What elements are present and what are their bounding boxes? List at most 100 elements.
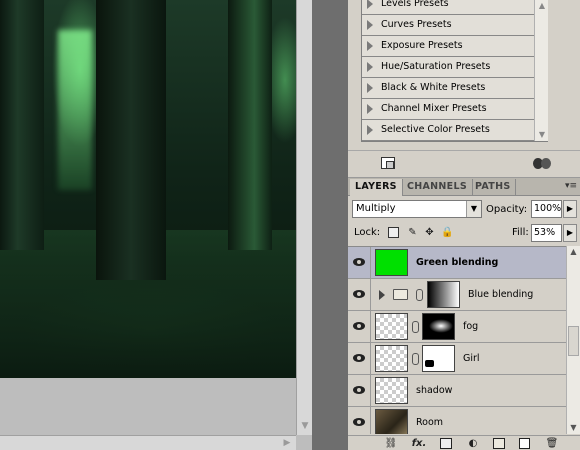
expand-triangle-icon[interactable] <box>367 41 373 51</box>
layer-name: fog <box>463 321 479 332</box>
fill-label: Fill: <box>512 227 529 238</box>
add-mask-icon[interactable] <box>440 438 452 449</box>
lock-row: Lock: ✎ ✥ 🔒 Fill: 53% ▶ <box>348 223 580 243</box>
document-artwork[interactable] <box>0 0 296 378</box>
clip-to-layer-icon[interactable] <box>533 157 555 170</box>
link-layers-icon[interactable]: ⛓ <box>384 438 398 449</box>
layer-thumbnail <box>375 313 408 340</box>
layers-panel: LAYERS CHANNELS PATHS ▾≡ Multiply ▼ Opac… <box>348 177 580 450</box>
preset-label: Black & White Presets <box>381 82 486 93</box>
eye-icon[interactable] <box>353 418 365 426</box>
tab-layers[interactable]: LAYERS <box>350 179 403 196</box>
adjustment-layer-icon[interactable]: ◐ <box>466 438 480 449</box>
eye-icon[interactable] <box>353 258 365 266</box>
adjustments-footer <box>348 150 580 176</box>
scroll-down-arrow-icon[interactable]: ▼ <box>567 422 580 434</box>
preset-item[interactable]: Curves Presets <box>362 15 534 36</box>
blend-mode-select[interactable]: Multiply ▼ <box>352 200 482 218</box>
artwork-pillar <box>96 0 166 280</box>
tab-channels[interactable]: CHANNELS <box>402 179 473 196</box>
vertical-scrollbar[interactable]: ▼ <box>296 0 312 435</box>
layers-footer-toolbar: ⛓ fx. ◐ 🗑 <box>348 435 580 450</box>
fill-slider-button[interactable]: ▶ <box>563 224 577 242</box>
expand-triangle-icon[interactable] <box>367 20 373 30</box>
link-chain-icon[interactable] <box>412 353 419 365</box>
blend-row: Multiply ▼ Opacity: 100% ▶ <box>348 198 580 220</box>
preset-item[interactable]: Exposure Presets <box>362 36 534 57</box>
layer-name: Room <box>416 417 444 428</box>
preset-label: Selective Color Presets <box>381 124 490 135</box>
layer-group-row[interactable]: Blue blending <box>348 279 566 311</box>
lock-pixels-icon[interactable]: ✎ <box>407 227 418 238</box>
horizontal-scrollbar[interactable]: ▶ <box>0 435 296 450</box>
lock-all-icon[interactable]: 🔒 <box>441 227 453 238</box>
scroll-down-arrow-icon[interactable]: ▼ <box>298 419 312 433</box>
layer-thumbnail <box>375 249 408 276</box>
eye-icon[interactable] <box>353 290 365 298</box>
layer-mask-thumbnail[interactable] <box>422 345 455 372</box>
link-chain-icon[interactable] <box>412 321 419 333</box>
layer-name: Blue blending <box>468 289 534 300</box>
blend-mode-value: Multiply <box>356 203 396 214</box>
scroll-thumb[interactable] <box>568 326 579 356</box>
preset-item[interactable]: Hue/Saturation Presets <box>362 57 534 78</box>
new-group-icon[interactable] <box>493 438 505 449</box>
photoshop-window: ▶ ▼ Levels Presets Curves Presets Exposu… <box>0 0 580 450</box>
expand-triangle-icon[interactable] <box>367 83 373 93</box>
layer-row[interactable]: Green blending <box>348 247 566 279</box>
folder-icon <box>393 289 408 300</box>
panel-tab-bar: LAYERS CHANNELS PATHS ▾≡ <box>348 178 580 196</box>
presets-scrollbar[interactable]: ▲ ▼ <box>534 0 548 141</box>
layers-scrollbar[interactable]: ▲ ▼ <box>566 246 580 434</box>
preset-label: Curves Presets <box>381 19 452 30</box>
preset-label: Hue/Saturation Presets <box>381 61 491 72</box>
scroll-up-arrow-icon[interactable]: ▲ <box>567 246 580 258</box>
preset-item[interactable]: Selective Color Presets <box>362 120 534 141</box>
layer-style-icon[interactable]: fx. <box>410 438 428 449</box>
tab-paths[interactable]: PATHS <box>470 179 517 196</box>
scroll-right-arrow-icon[interactable]: ▶ <box>280 436 294 450</box>
chevron-down-icon[interactable]: ▼ <box>466 201 481 217</box>
layer-thumbnail <box>375 409 408 434</box>
expand-group-icon[interactable] <box>379 290 385 300</box>
artwork-light-glow <box>58 30 92 190</box>
layer-row[interactable]: Room <box>348 407 566 434</box>
opacity-field[interactable]: 100% <box>531 200 562 218</box>
preset-label: Exposure Presets <box>381 40 463 51</box>
preset-item[interactable]: Channel Mixer Presets <box>362 99 534 120</box>
panel-menu-icon[interactable]: ▾≡ <box>565 181 577 191</box>
layer-row[interactable]: Girl <box>348 343 566 375</box>
preset-item[interactable]: Levels Presets <box>362 0 534 15</box>
lock-label: Lock: <box>354 227 381 238</box>
preset-item[interactable]: Black & White Presets <box>362 78 534 99</box>
lock-position-icon[interactable]: ✥ <box>424 227 435 238</box>
expand-triangle-icon[interactable] <box>367 125 373 135</box>
layer-mask-thumbnail[interactable] <box>422 313 455 340</box>
panel-dock: Levels Presets Curves Presets Exposure P… <box>348 0 580 450</box>
layer-row[interactable]: shadow <box>348 375 566 407</box>
expand-triangle-icon[interactable] <box>367 104 373 114</box>
adjustment-presets-list: Levels Presets Curves Presets Exposure P… <box>361 0 548 142</box>
expand-triangle-icon[interactable] <box>367 0 373 9</box>
return-to-adjustments-icon[interactable] <box>381 157 395 169</box>
layer-name: Girl <box>463 353 480 364</box>
expand-triangle-icon[interactable] <box>367 62 373 72</box>
layer-name: shadow <box>416 385 453 396</box>
artwork-pillar <box>0 0 44 250</box>
eye-icon[interactable] <box>353 386 365 394</box>
artwork-pillar <box>228 0 272 250</box>
layer-mask-thumbnail[interactable] <box>427 281 460 308</box>
link-chain-icon[interactable] <box>416 289 423 301</box>
scroll-up-arrow-icon[interactable]: ▲ <box>535 0 549 12</box>
eye-icon[interactable] <box>353 354 365 362</box>
opacity-slider-button[interactable]: ▶ <box>563 200 577 218</box>
lock-transparency-icon[interactable] <box>388 227 399 238</box>
eye-icon[interactable] <box>353 322 365 330</box>
layer-row[interactable]: fog <box>348 311 566 343</box>
scroll-down-arrow-icon[interactable]: ▼ <box>535 129 549 141</box>
opacity-label: Opacity: <box>486 204 528 215</box>
document-canvas-area: ▶ ▼ <box>0 0 312 450</box>
delete-layer-icon[interactable]: 🗑 <box>545 438 559 449</box>
fill-field[interactable]: 53% <box>531 224 562 242</box>
new-layer-icon[interactable] <box>519 438 530 449</box>
